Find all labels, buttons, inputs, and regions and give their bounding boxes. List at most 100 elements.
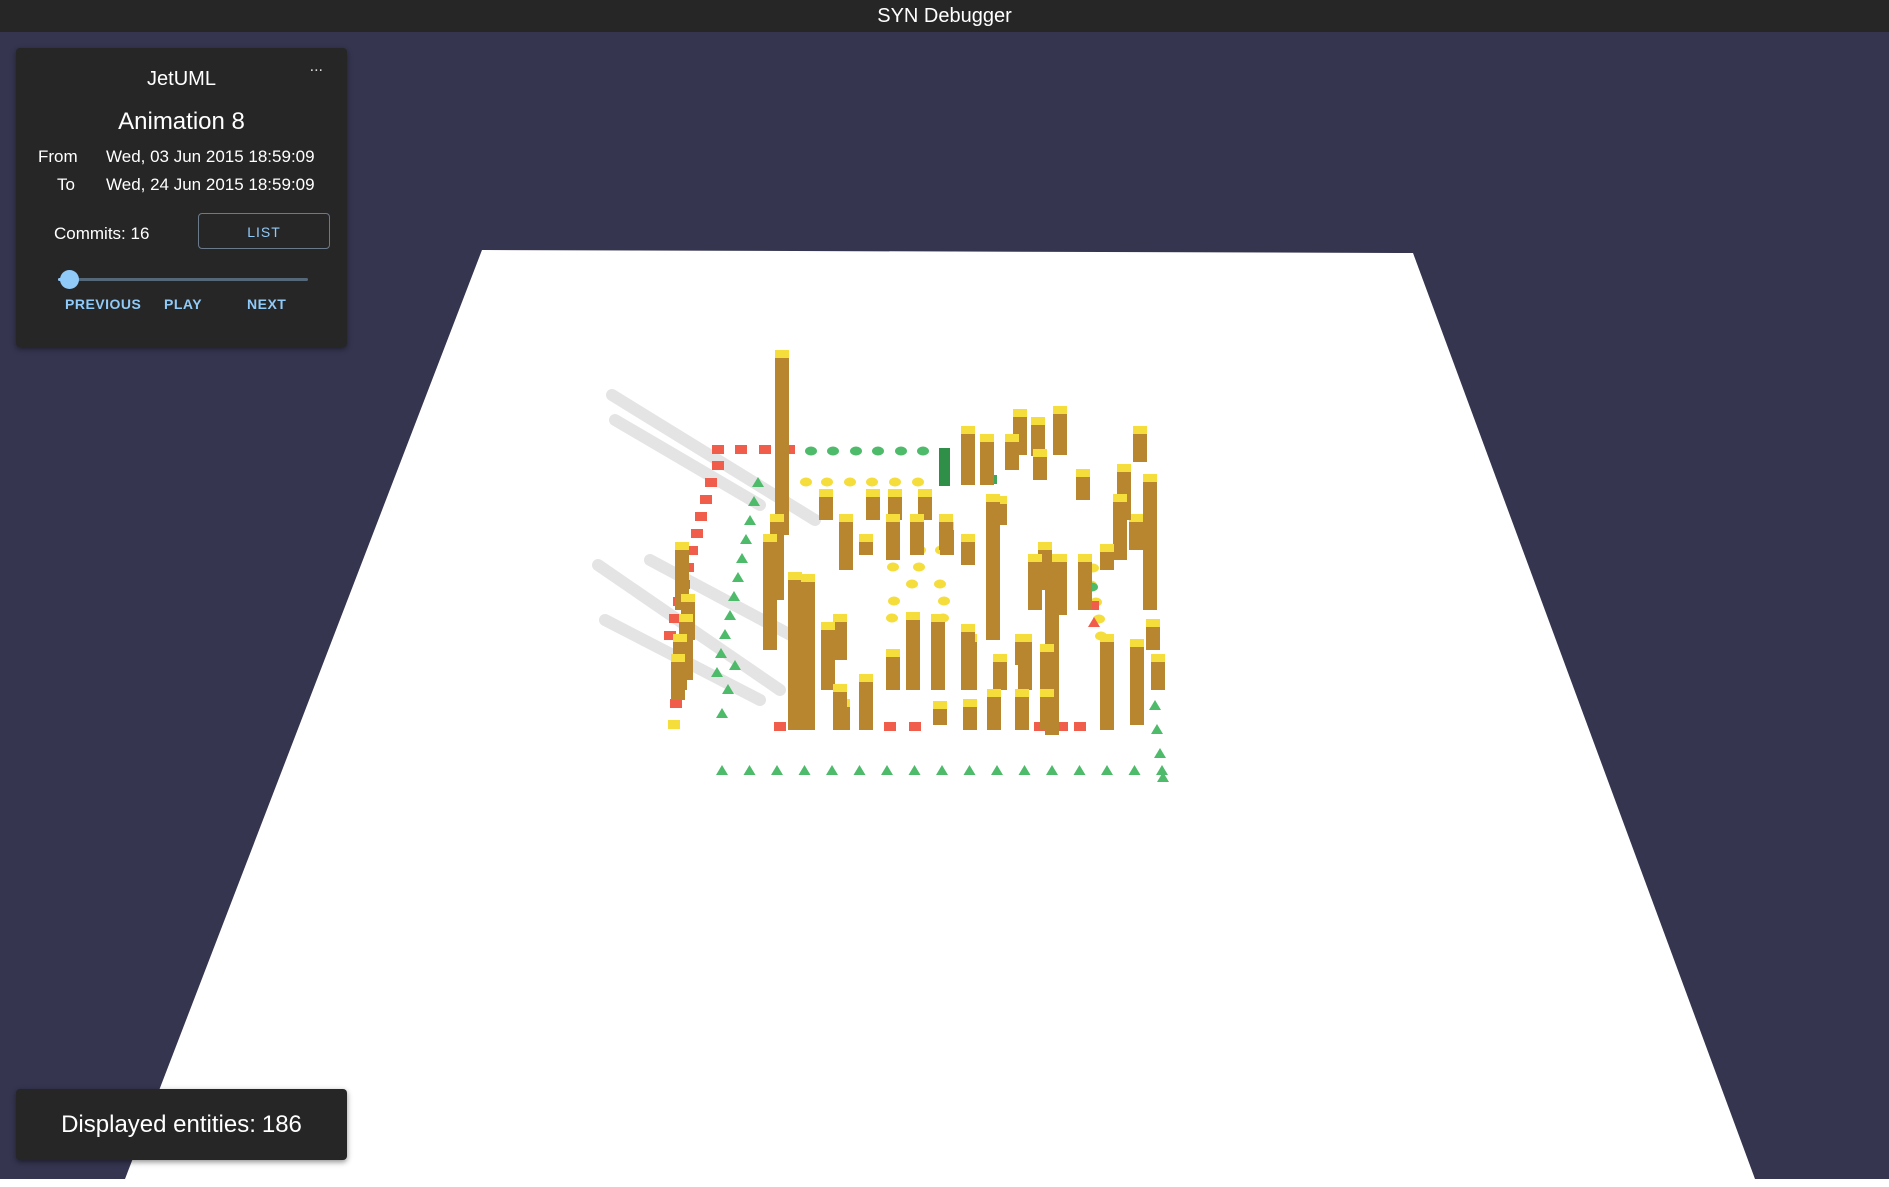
- building-bar: [1005, 440, 1019, 470]
- building-bar-top: [1038, 542, 1052, 550]
- entity-dot: [887, 562, 899, 572]
- building-bar-top: [1117, 464, 1131, 472]
- animation-control-panel: JetUML ... Animation 8 From Wed, 03 Jun …: [16, 48, 347, 347]
- previous-button[interactable]: PREVIOUS: [65, 296, 141, 312]
- building-bar-top: [788, 572, 802, 580]
- building-bar-top: [1005, 434, 1019, 442]
- building-bar: [839, 520, 853, 570]
- building-bar-top: [886, 514, 900, 522]
- building-bar: [910, 520, 924, 555]
- building-bar: [1100, 550, 1114, 570]
- building-bar-top: [961, 426, 975, 434]
- building-bar-top: [933, 701, 947, 709]
- building-bar-top: [681, 594, 695, 602]
- building-bar-top: [859, 534, 873, 542]
- animation-slider-thumb[interactable]: [60, 270, 79, 289]
- entity-square: [735, 445, 747, 454]
- entity-square: [1074, 722, 1086, 731]
- building-bar-top: [939, 514, 953, 522]
- entity-dot: [934, 579, 946, 589]
- building-bar-top: [986, 494, 1000, 502]
- building-bar-top: [1033, 449, 1047, 457]
- building-bar: [1015, 695, 1029, 730]
- building-bar-top: [918, 489, 932, 497]
- building-bar: [931, 620, 945, 690]
- list-button[interactable]: LIST: [198, 213, 330, 249]
- building-bar: [886, 655, 900, 690]
- building-bar: [961, 630, 975, 690]
- building-bar: [866, 495, 880, 520]
- building-bar: [993, 660, 1007, 690]
- building-bar: [933, 707, 947, 725]
- entity-dot: [888, 596, 900, 606]
- building-bar: [859, 540, 873, 555]
- building-bar-top: [910, 514, 924, 522]
- building-bar: [906, 618, 920, 690]
- building-bar-top: [675, 542, 689, 550]
- building-bar: [987, 695, 1001, 730]
- next-button[interactable]: NEXT: [247, 296, 286, 312]
- building-bar-top: [866, 489, 880, 497]
- building-bar-top: [763, 534, 777, 542]
- building-bar-top: [859, 674, 873, 682]
- building-bar: [1100, 640, 1114, 730]
- building-bar-top: [1053, 406, 1067, 414]
- building-bar: [1028, 560, 1042, 610]
- building-bar: [886, 520, 900, 560]
- entity-square: [700, 495, 712, 504]
- to-label: To: [57, 175, 75, 194]
- building-bar-top: [1151, 654, 1165, 662]
- building-bar: [1053, 412, 1067, 455]
- animation-slider-track[interactable]: [58, 278, 308, 281]
- building-bar: [1130, 645, 1144, 725]
- building-bar-top: [888, 489, 902, 497]
- building-bar-top: [886, 649, 900, 657]
- play-button[interactable]: PLAY: [164, 296, 202, 312]
- entity-dot: [844, 477, 856, 487]
- building-bar-top: [819, 489, 833, 497]
- building-bar: [1143, 480, 1157, 610]
- building-bar: [763, 540, 777, 650]
- building-bar-top: [1040, 689, 1054, 697]
- building-bar: [819, 495, 833, 520]
- building-bar: [1146, 625, 1160, 650]
- building-bar: [961, 432, 975, 485]
- entity-square: [712, 461, 724, 470]
- building-bar-top: [1100, 544, 1114, 552]
- animation-title: Animation 8: [118, 108, 245, 135]
- building-bar: [961, 540, 975, 565]
- building-bar-top: [1133, 426, 1147, 434]
- building-bar: [1129, 520, 1143, 550]
- building-bar: [788, 578, 802, 730]
- entity-dot: [827, 446, 839, 456]
- building-bar-top: [980, 434, 994, 442]
- building-bar: [980, 440, 994, 485]
- building-bar-top: [1076, 469, 1090, 477]
- building-bar: [671, 660, 685, 700]
- building-bar-top: [1143, 474, 1157, 482]
- commits-count: Commits: 16: [54, 224, 149, 244]
- entity-square: [759, 445, 771, 454]
- building-bar-top: [679, 614, 693, 622]
- building-bar: [1033, 455, 1047, 480]
- building-bar-top: [821, 622, 835, 630]
- entity-dot: [886, 613, 898, 623]
- more-options-icon[interactable]: ...: [310, 58, 323, 76]
- building-bar-top: [833, 684, 847, 692]
- entity-dot: [912, 477, 924, 487]
- building-bar-top: [961, 624, 975, 632]
- entity-highlight: [939, 448, 950, 486]
- commits-value: 16: [130, 224, 150, 243]
- entity-dot: [805, 446, 817, 456]
- building-bar: [1133, 432, 1147, 462]
- entity-dot: [866, 477, 878, 487]
- from-date: Wed, 03 Jun 2015 18:59:09: [106, 147, 315, 166]
- building-bar-top: [1013, 409, 1027, 417]
- entity-square: [670, 699, 682, 708]
- entity-dot: [800, 477, 812, 487]
- building-bar: [859, 680, 873, 730]
- building-bar-top: [963, 699, 977, 707]
- building-bar: [986, 500, 1000, 640]
- building-bar-top: [1113, 494, 1127, 502]
- window-title: SYN Debugger: [0, 0, 1889, 32]
